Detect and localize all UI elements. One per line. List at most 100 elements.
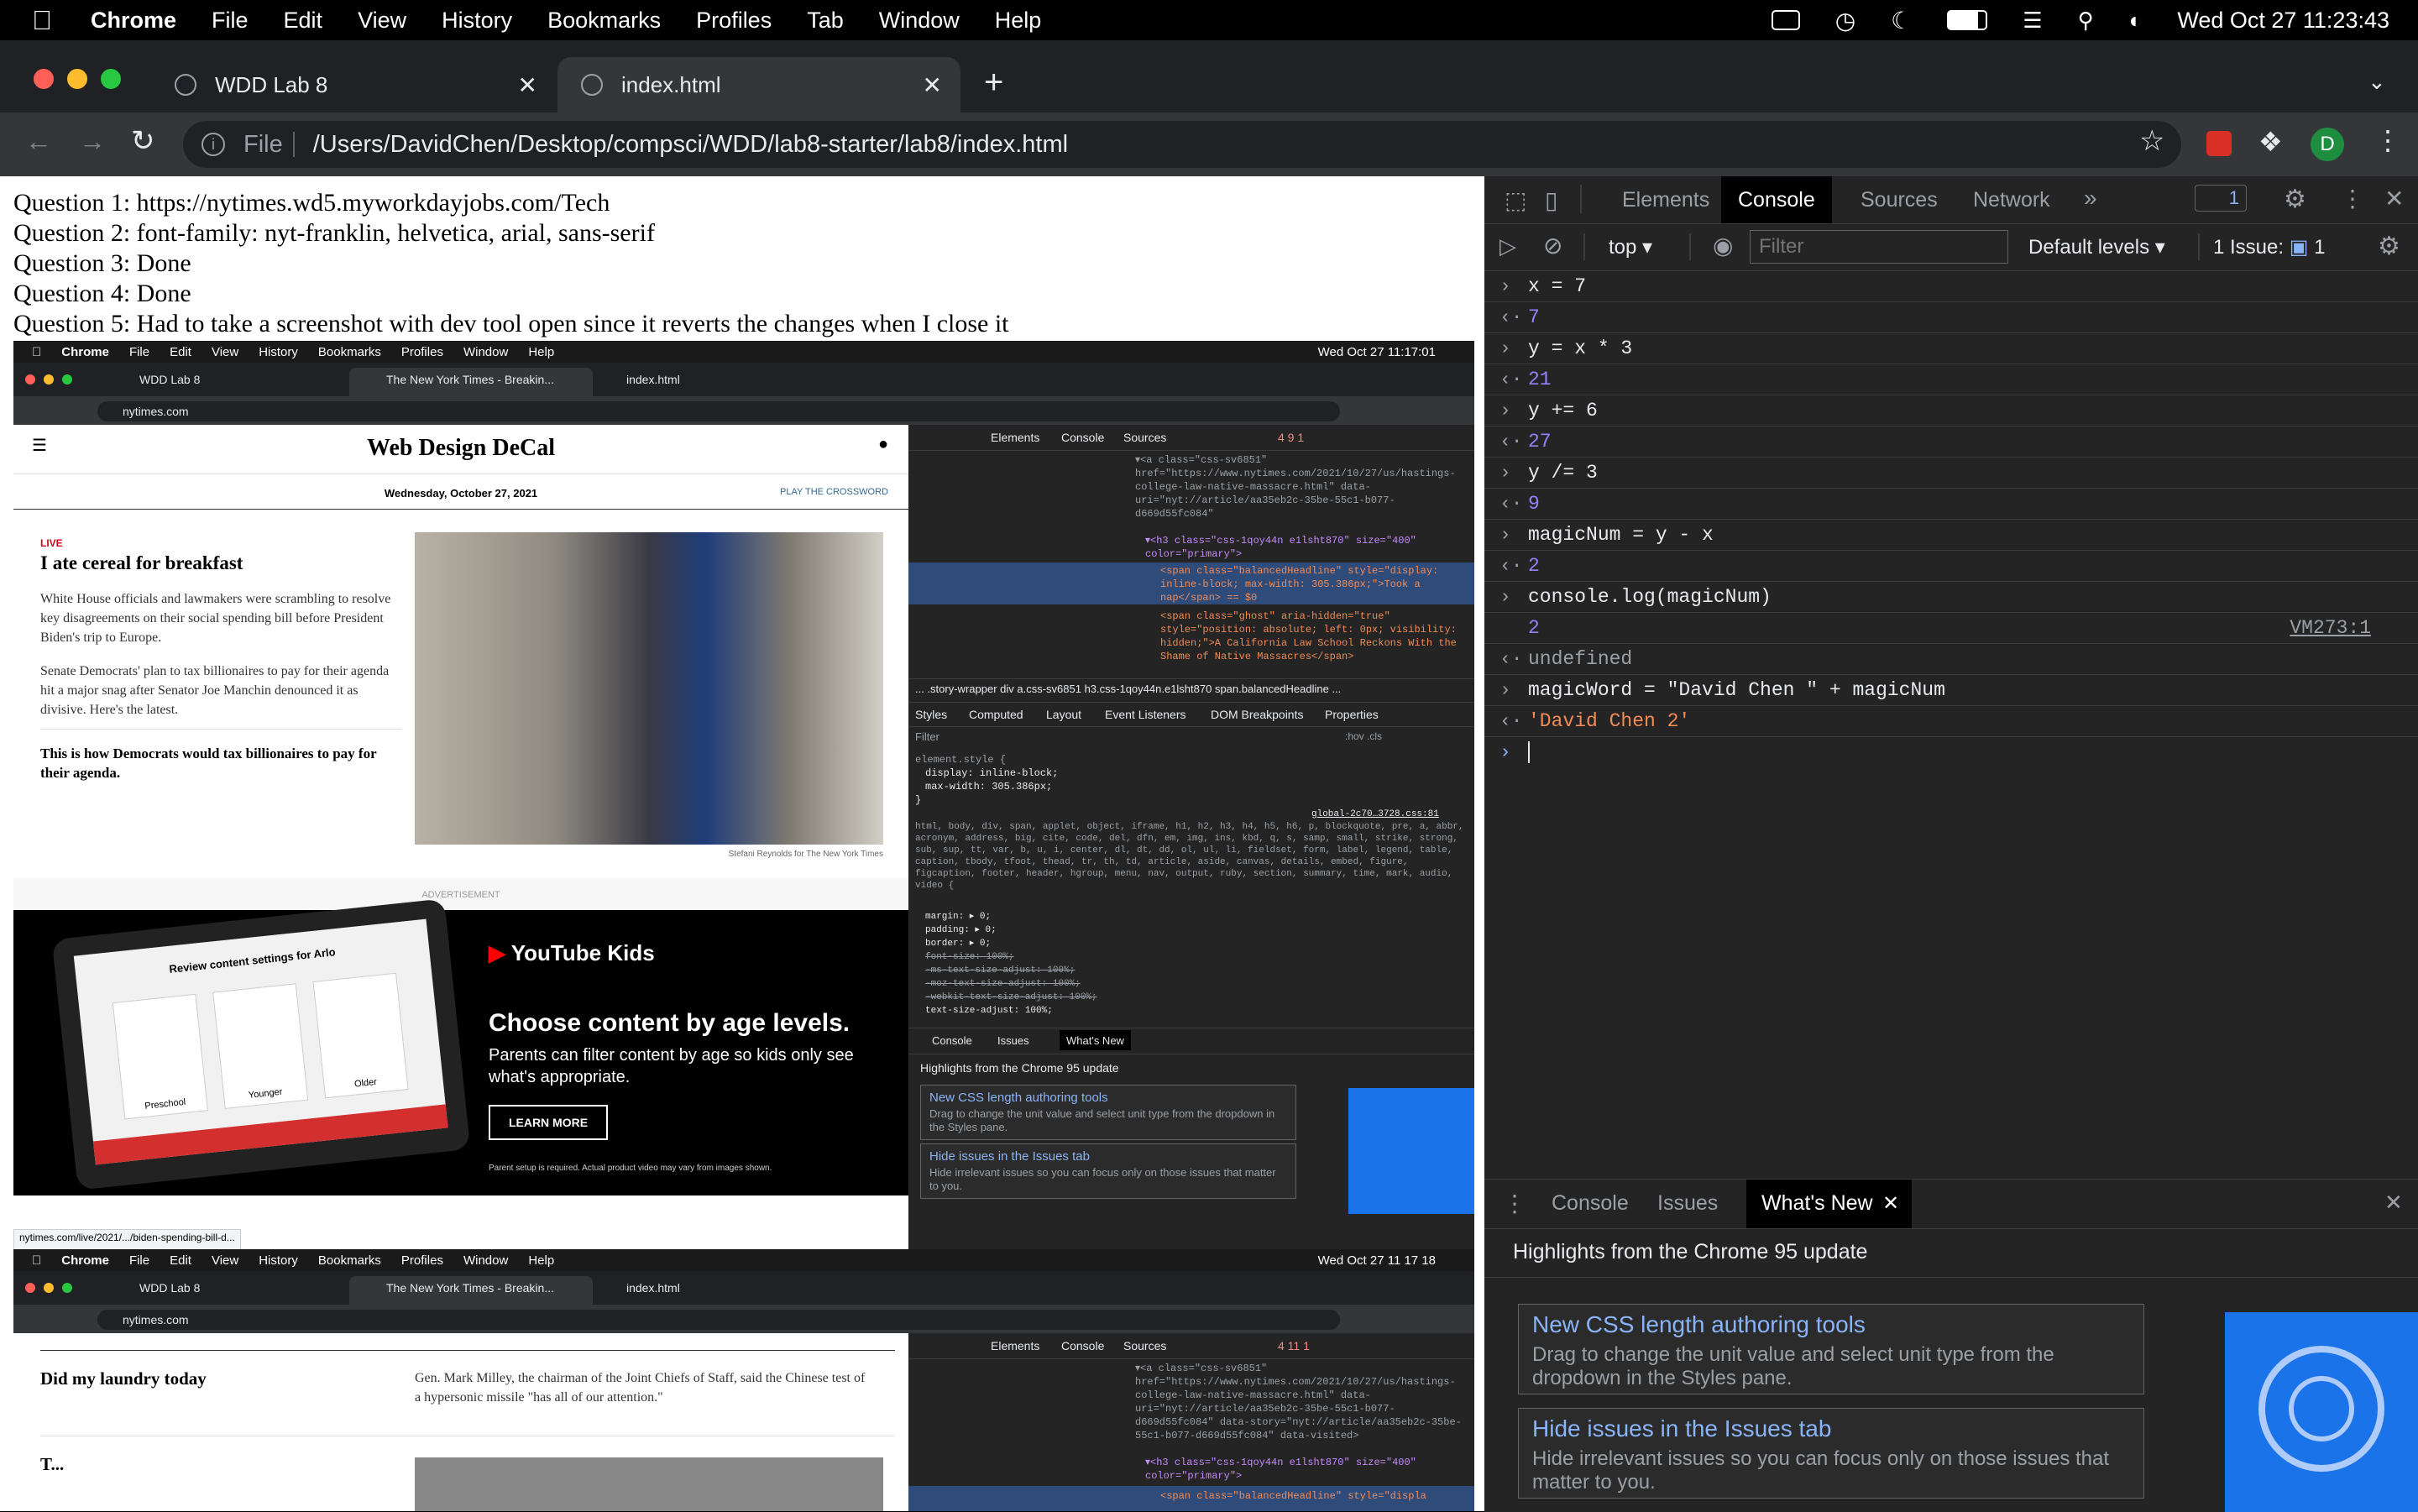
- menu-clock[interactable]: Wed Oct 27 11:23:43: [2177, 8, 2389, 34]
- forward-arrow-icon[interactable]: →: [79, 126, 106, 157]
- console-text: undefined: [1528, 648, 1633, 670]
- console-text: 7: [1528, 306, 1540, 328]
- url-text[interactable]: /Users/DavidChen/Desktop/compsci/WDD/lab…: [313, 131, 1068, 159]
- sidebar-toggle-icon[interactable]: ▷: [1499, 233, 1516, 259]
- shot1-url: nytimes.com: [97, 401, 1340, 421]
- extension-red-icon[interactable]: [2206, 131, 2232, 156]
- drawer-menu-icon[interactable]: ⋮: [1503, 1190, 1526, 1217]
- inspect-element-icon[interactable]: ⬚: [1505, 186, 1526, 214]
- console-text: 21: [1528, 369, 1552, 390]
- settings-gear-icon[interactable]: ⚙: [2284, 185, 2306, 214]
- drawer-tab-issues[interactable]: Issues: [1657, 1191, 1718, 1216]
- console-text: magicNum = y - x: [1528, 524, 1714, 546]
- shot1-headline: I ate cereal for breakfast: [40, 552, 243, 573]
- screen-capture-icon[interactable]: [1771, 10, 1800, 30]
- card-title[interactable]: New CSS length authoring tools: [1532, 1311, 1866, 1338]
- shot1-es-line-2: max-width: 305.386px;: [925, 781, 1053, 793]
- profile-avatar[interactable]: D: [2311, 128, 2344, 161]
- menu-view[interactable]: View: [358, 8, 406, 34]
- live-expression-eye-icon[interactable]: ◉: [1713, 232, 1733, 259]
- shot1-dom-breakpoints-tab: DOM Breakpoints: [1211, 708, 1304, 721]
- close-devtools-icon[interactable]: ✕: [2384, 185, 2404, 212]
- issues-counter[interactable]: 1 Issue: ▣ 1: [2213, 235, 2325, 259]
- log-levels-dropdown[interactable]: Default levels ▾: [2028, 235, 2165, 259]
- news-photo: [415, 532, 883, 845]
- tab-elements[interactable]: Elements: [1622, 188, 1709, 212]
- apple-icon[interactable]: : [32, 5, 52, 36]
- minimize-window-button[interactable]: [67, 69, 87, 89]
- time-machine-icon[interactable]: ◷: [1835, 7, 1855, 34]
- separator: [2198, 233, 2200, 260]
- new-tab-button[interactable]: +: [984, 64, 1003, 102]
- chrome-menu-icon[interactable]: ⋮: [2374, 124, 2401, 156]
- info-icon[interactable]: i: [202, 133, 225, 156]
- close-drawer-icon[interactable]: ✕: [2384, 1190, 2403, 1216]
- input-chevron-icon: ›: [1499, 462, 1511, 484]
- console-text: 27: [1528, 431, 1552, 453]
- minimize-dot: [44, 374, 54, 385]
- customize-menu-icon[interactable]: ⋮: [2341, 185, 2364, 212]
- console-prompt[interactable]: ›: [1484, 736, 2418, 770]
- tab-search-chevron-icon[interactable]: ⌄: [2368, 69, 2386, 95]
- console-text: 9: [1528, 493, 1540, 515]
- more-tabs-icon[interactable]: »: [2084, 185, 2097, 212]
- tab-network[interactable]: Network: [1973, 188, 2050, 212]
- zoom-window-button[interactable]: [101, 69, 121, 89]
- tab-sources[interactable]: Sources: [1861, 188, 1938, 212]
- close-tab-icon[interactable]: ✕: [923, 71, 942, 99]
- reload-icon[interactable]: ↻: [131, 124, 155, 158]
- console-text: y += 6: [1528, 400, 1598, 421]
- menu-profiles[interactable]: Profiles: [696, 8, 772, 34]
- menu-window[interactable]: Window: [879, 8, 960, 34]
- youtube-logo-icon: ▶: [489, 940, 511, 965]
- console-text: console.log(magicNum): [1528, 586, 1772, 608]
- address-bar[interactable]: i File /Users/DavidChen/Desktop/compsci/…: [183, 121, 2181, 168]
- account-icon: ●: [878, 435, 889, 453]
- issues-badge[interactable]: 1: [2195, 185, 2247, 212]
- console-text: 2: [1528, 555, 1540, 577]
- context-selector[interactable]: top ▾: [1609, 235, 1652, 259]
- menu-bookmarks[interactable]: Bookmarks: [547, 8, 661, 34]
- clear-console-icon[interactable]: ⊘: [1543, 232, 1562, 259]
- device-toolbar-icon[interactable]: ▯: [1545, 186, 1557, 214]
- card-title[interactable]: Hide issues in the Issues tab: [1532, 1415, 1831, 1442]
- console-input-row: › x = 7: [1484, 270, 2418, 302]
- shot1-code-4: <span class="ghost" aria-hidden="true" s…: [1160, 610, 1457, 662]
- shot1-code-3: <span class="balancedHeadline" style="di…: [1160, 565, 1439, 604]
- tab-index-html[interactable]: index.html ✕: [557, 57, 960, 112]
- close-window-button[interactable]: [34, 69, 54, 89]
- menu-file[interactable]: File: [212, 8, 249, 34]
- devtools-panel: ⬚ ▯ Elements Console Sources Network » 1…: [1484, 176, 2418, 1512]
- battery-icon[interactable]: [1947, 10, 1988, 30]
- menu-app-name[interactable]: Chrome: [91, 8, 176, 34]
- focus-moon-icon[interactable]: ☾: [1891, 7, 1912, 34]
- whats-new-card-1[interactable]: New CSS length authoring tools Drag to c…: [1518, 1304, 2144, 1394]
- log-source-link[interactable]: VM273:1: [2290, 617, 2371, 639]
- close-whats-new-icon[interactable]: ✕: [1882, 1191, 1899, 1216]
- wifi-icon[interactable]: ☰: [2023, 8, 2042, 34]
- shot2-blurb: Gen. Mark Milley, the chairman of the Jo…: [415, 1371, 866, 1405]
- menu-edit[interactable]: Edit: [284, 8, 323, 34]
- shot1-styles-filter: Filter: [915, 730, 939, 743]
- menu-tab[interactable]: Tab: [807, 8, 844, 34]
- bookmark-star-icon[interactable]: ☆: [2139, 124, 2164, 158]
- control-center-icon[interactable]: ◐: [2129, 8, 2143, 34]
- whats-new-card-2[interactable]: Hide issues in the Issues tab Hide irrel…: [1518, 1408, 2144, 1499]
- spotlight-search-icon[interactable]: ⚲: [2078, 8, 2094, 34]
- console-settings-gear-icon[interactable]: ⚙: [2378, 232, 2400, 261]
- shot1-es-line-1: display: inline-block;: [925, 767, 1059, 779]
- console-filter-input[interactable]: [1750, 230, 2008, 264]
- zoom-dot: [62, 1283, 72, 1293]
- ad-brand-text: YouTube Kids: [510, 940, 655, 965]
- shot2-nyt-page: Did my laundry today Gen. Mark Milley, t…: [13, 1333, 908, 1511]
- tab-wdd-lab-8[interactable]: WDD Lab 8 ✕: [151, 57, 556, 112]
- extensions-puzzle-icon[interactable]: ❖: [2258, 126, 2283, 158]
- back-arrow-icon[interactable]: ←: [25, 126, 52, 157]
- menu-history[interactable]: History: [442, 8, 512, 34]
- console-output-row: 2 VM273:1: [1484, 612, 2418, 644]
- menu-help[interactable]: Help: [995, 8, 1042, 34]
- card-description: Hide irrelevant issues so you can focus …: [1532, 1447, 2110, 1494]
- drawer-tab-console[interactable]: Console: [1552, 1191, 1629, 1216]
- close-tab-icon[interactable]: ✕: [518, 71, 537, 99]
- tab-console[interactable]: Console: [1721, 176, 1832, 223]
